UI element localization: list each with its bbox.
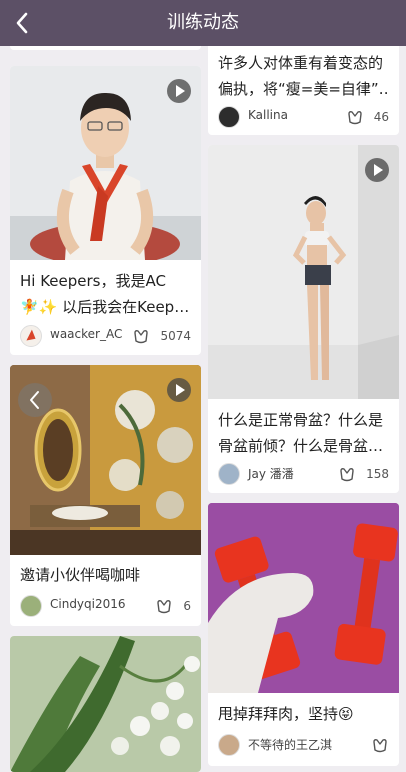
chevron-left-icon xyxy=(30,391,39,409)
video-play-icon xyxy=(167,79,191,103)
like-group[interactable]: 5074 xyxy=(132,327,191,345)
like-icon xyxy=(157,600,172,614)
username[interactable]: Kallina xyxy=(248,108,288,122)
feed-card[interactable]: 甩掉拜拜肉，坚持😝 不等待的王乙淇 xyxy=(208,503,399,766)
feed-card[interactable] xyxy=(10,636,201,772)
post-image xyxy=(208,145,399,399)
post-text-line: 甩掉拜拜肉，坚持😝 xyxy=(218,705,354,723)
like-count: 158 xyxy=(366,467,389,481)
like-icon xyxy=(134,330,149,344)
username[interactable]: Cindyqi2016 xyxy=(50,597,126,611)
video-play-icon xyxy=(167,378,191,402)
like-group[interactable]: 158 xyxy=(338,465,389,483)
username[interactable]: waacker_AC xyxy=(50,327,122,341)
post-text-line: 许多人对体重有着变态的 xyxy=(218,54,384,72)
top-bar: 训练动态 xyxy=(0,0,406,46)
username[interactable]: Jay 潘潘 xyxy=(248,465,294,482)
post-text-line: 偏执，将“瘦=美=自律”… xyxy=(218,80,389,98)
avatar[interactable] xyxy=(20,325,42,347)
like-icon xyxy=(348,111,362,125)
avatar[interactable] xyxy=(218,106,240,128)
page-title: 训练动态 xyxy=(167,12,239,33)
feed-card[interactable]: Hi Keepers，我是AC 🧚✨ 以后我会在Keep… waacker_AC… xyxy=(10,66,201,355)
post-text-line: 邀请小伙伴喝咖啡 xyxy=(20,566,141,584)
avatar[interactable] xyxy=(218,734,240,756)
feed-card[interactable]: 什么是正常骨盆？什么是 骨盆前倾？什么是骨盆… Jay 潘潘 158 xyxy=(208,145,399,493)
carousel-prev-button[interactable] xyxy=(18,383,52,417)
like-icon xyxy=(340,468,354,482)
post-text-line: 🧚✨ 以后我会在Keep… xyxy=(20,298,190,316)
video-play-icon xyxy=(365,158,389,182)
like-count: 46 xyxy=(373,110,389,124)
like-group[interactable] xyxy=(371,736,389,754)
username[interactable]: 不等待的王乙淇 xyxy=(248,736,332,753)
avatar[interactable] xyxy=(20,595,42,617)
post-text-line: Hi Keepers，我是AC xyxy=(20,272,166,290)
post-image xyxy=(10,636,201,772)
post-text-line: 什么是正常骨盆？什么是 xyxy=(218,411,384,429)
like-count: 5074 xyxy=(160,329,191,343)
avatar[interactable] xyxy=(218,463,240,485)
post-text-line: 骨盆前倾？什么是骨盆… xyxy=(218,437,384,455)
like-group[interactable]: 6 xyxy=(155,597,191,615)
like-group[interactable]: 46 xyxy=(346,108,389,126)
post-image xyxy=(208,503,399,693)
like-icon xyxy=(373,739,387,753)
like-count: 6 xyxy=(183,599,191,613)
